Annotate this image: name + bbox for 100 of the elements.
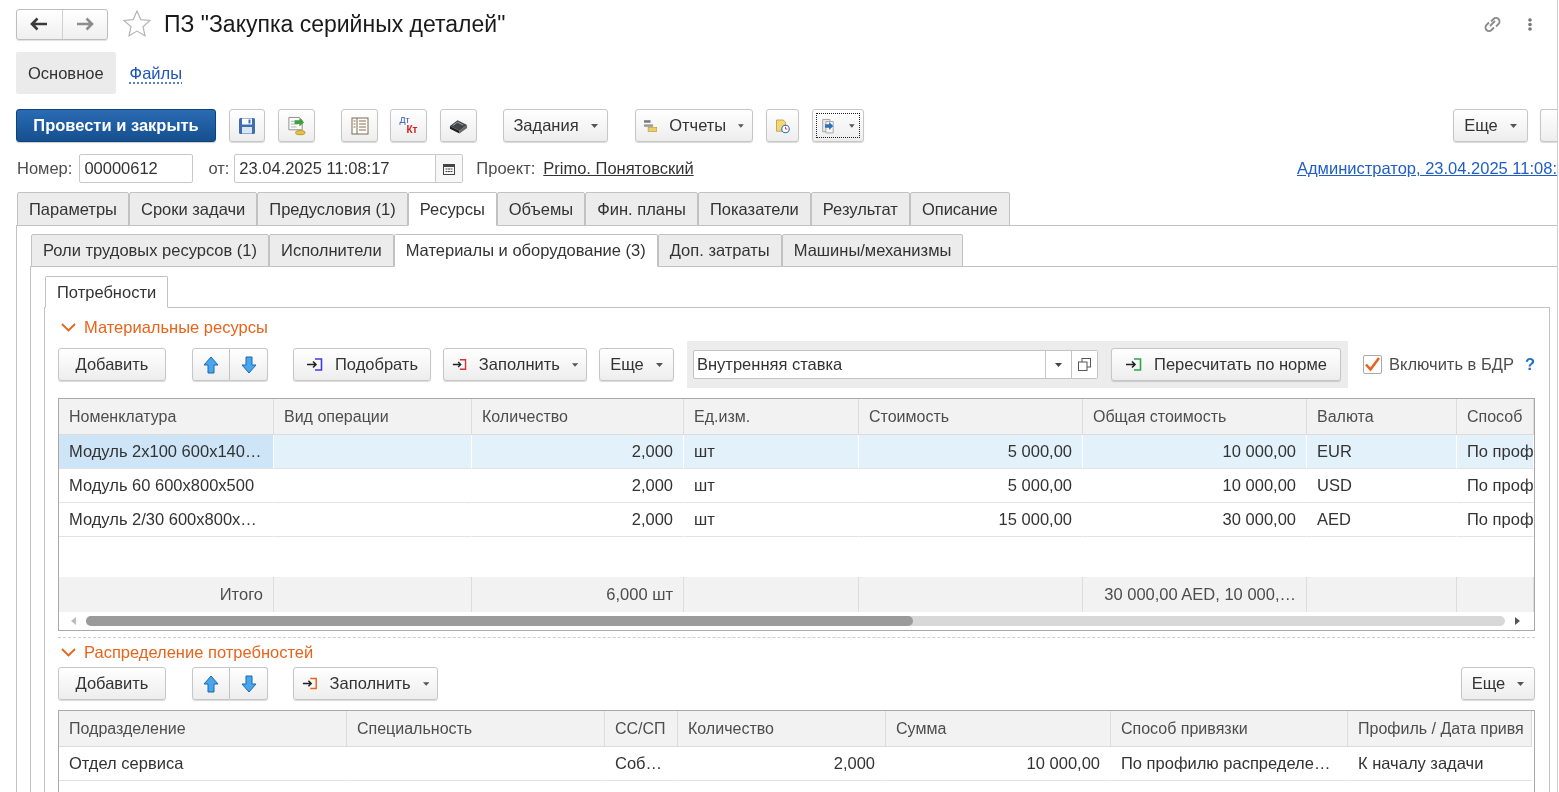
table-row[interactable]: Модуль 2x100 600x140… 2,000 шт 5 000,00 10 000,00 EUR По проф [59, 435, 1534, 469]
add-button[interactable]: Добавить [58, 667, 166, 700]
table-row[interactable]: Модуль 2/30 600x800x… 2,000 шт 15 000,00 30 000,00 AED По проф [59, 503, 1534, 537]
table-cell: Модуль 2/30 600x800x… [59, 503, 274, 537]
star-icon[interactable] [122, 9, 152, 39]
pick-button[interactable]: Подобрать [293, 348, 431, 381]
more-button[interactable]: Еще [599, 348, 674, 381]
overlapping-squares-icon [1078, 358, 1091, 371]
caret-icon [738, 123, 744, 128]
subtab[interactable]: Машины/механизмы [781, 234, 964, 267]
table-cell: Модуль 2x100 600x140… [59, 435, 274, 469]
caret-icon [655, 362, 663, 367]
column-header[interactable]: Специальность [347, 711, 605, 747]
subtab[interactable]: Потребности [45, 276, 169, 308]
arrow-down-icon [240, 355, 257, 374]
more-icon[interactable] [1528, 17, 1532, 31]
checkbox-label[interactable]: Включить в БДР [1389, 355, 1514, 374]
table-cell: EUR [1307, 435, 1457, 469]
column-header[interactable]: Количество [472, 399, 684, 435]
right-arrow-icon [75, 17, 94, 31]
date-field[interactable]: 23.04.2025 11:08:17 [234, 154, 464, 183]
subtab[interactable]: Исполнители [269, 234, 394, 267]
table-cell: USD [1307, 469, 1457, 503]
fill-dropdown-button[interactable]: Заполнить [443, 348, 587, 381]
tab[interactable]: Результат [810, 192, 910, 226]
calendar-icon [443, 162, 456, 175]
field-label: Проект: [476, 159, 536, 178]
toolbar-button[interactable] [440, 109, 477, 142]
tab[interactable]: Фин. планы [585, 192, 698, 226]
column-header[interactable]: Подразделение [59, 711, 347, 747]
reports-dropdown-button[interactable]: Отчеты [635, 109, 753, 142]
recalculate-button[interactable]: Пересчитать по норме [1111, 348, 1341, 381]
more-button[interactable]: Еще [1461, 667, 1535, 700]
column-header[interactable]: Вид операции [274, 399, 472, 435]
dt-kt-button[interactable]: Дт Кт [390, 109, 427, 142]
tab[interactable]: Параметры [17, 192, 129, 226]
table-cell: 2,000 [678, 747, 886, 781]
column-header[interactable]: Профиль / Дата привя [1348, 711, 1532, 747]
column-header[interactable]: Номенклатура [59, 399, 274, 435]
footer-cell: 30 000,00 AED, 10 000,… [1083, 577, 1307, 612]
table-cell: 30 000,00 [1083, 503, 1307, 537]
subtab[interactable]: Роли трудовых ресурсов (1) [31, 234, 269, 267]
tab[interactable]: Объемы [496, 192, 586, 226]
footer-cell: 6,000 шт [472, 577, 684, 612]
link-icon[interactable] [1482, 14, 1503, 34]
rate-select-field[interactable]: Внутренняя ставка [693, 350, 1098, 379]
section-tab[interactable]: Файлы [117, 52, 195, 94]
section-tab[interactable]: Основное [16, 52, 116, 94]
table-cell: 10 000,00 [886, 747, 1111, 781]
author-link[interactable]: Администратор, 23.04.2025 11:08: [1296, 159, 1557, 178]
add-button[interactable]: Добавить [58, 348, 166, 381]
table-row[interactable]: Отдел сервиса Соб… 2,000 10 000,00 По профилю распределе… К началу задачи [59, 747, 1534, 781]
number-field[interactable]: 00000612 [79, 154, 194, 183]
column-header[interactable]: Общая стоимость [1083, 399, 1307, 435]
move-down-button[interactable] [230, 348, 268, 381]
column-header[interactable]: Количество [678, 711, 886, 747]
scrollbar-thumb[interactable] [86, 616, 914, 626]
move-up-button[interactable] [192, 667, 230, 700]
table-cell: По проф [1457, 469, 1534, 503]
table-cell: 2,000 [472, 469, 684, 503]
calendar-button[interactable] [435, 155, 463, 182]
column-header[interactable]: Сумма [886, 711, 1111, 747]
more-button[interactable]: Еще [1453, 109, 1528, 142]
subtab[interactable]: Доп. затраты [657, 234, 782, 267]
field-label: от: [208, 159, 230, 178]
tab[interactable]: Ресурсы [407, 192, 497, 226]
project-link[interactable]: Primo. Понятовский [543, 159, 694, 178]
subtab[interactable]: Материалы и оборудование (3) [393, 234, 658, 267]
column-header[interactable]: Способ привязки [1111, 711, 1348, 747]
scrollbar-track[interactable] [86, 616, 1505, 626]
scroll-left-icon[interactable] [71, 617, 76, 625]
checkbox[interactable] [1363, 355, 1382, 374]
column-header[interactable]: Ед.изм. [684, 399, 859, 435]
toolbar-dropdown-button[interactable] [812, 109, 864, 142]
caret-icon [571, 362, 578, 367]
table-row[interactable]: Модуль 60 600x800x500 2,000 шт 5 000,00 10 000,00 USD По проф [59, 469, 1534, 503]
open-button[interactable] [1071, 351, 1097, 378]
move-down-button[interactable] [230, 667, 268, 700]
table-cell: 5 000,00 [859, 435, 1083, 469]
move-up-button[interactable] [192, 348, 230, 381]
column-header[interactable]: Стоимость [859, 399, 1083, 435]
column-header[interactable]: Валюта [1307, 399, 1457, 435]
bracket-arrow-icon [305, 358, 323, 371]
chevron-down-icon[interactable] [61, 647, 76, 657]
table-cell: 5 000,00 [859, 469, 1083, 503]
tab[interactable]: Сроки задачи [128, 192, 258, 226]
bracket-arrow-icon [302, 677, 318, 690]
column-header[interactable]: СС/СП [605, 711, 678, 747]
document-list-icon [350, 116, 369, 135]
tasks-dropdown-button[interactable]: Задания [503, 109, 608, 142]
tab[interactable]: Описание [909, 192, 1010, 226]
fill-dropdown-button[interactable]: Заполнить [293, 667, 438, 700]
tab[interactable]: Предусловия (1) [257, 192, 408, 226]
tab[interactable]: Показатели [698, 192, 811, 226]
scroll-right-icon[interactable] [1515, 617, 1520, 625]
save-button[interactable] [229, 109, 265, 142]
chevron-down-icon[interactable] [61, 322, 76, 332]
help-link[interactable]: ? [1524, 355, 1535, 374]
column-header[interactable]: Способ [1457, 399, 1534, 435]
post-and-close-button[interactable]: Провести и закрыть [16, 109, 216, 142]
